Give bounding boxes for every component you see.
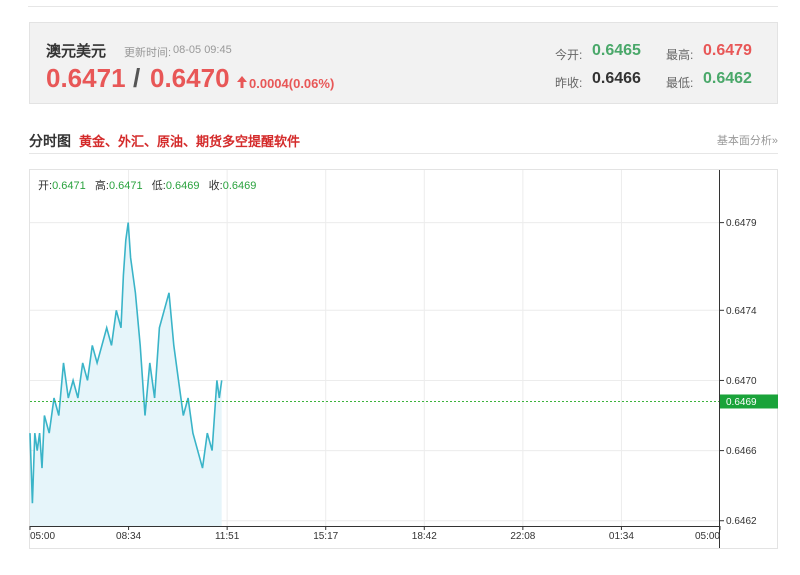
y-tick-label: 0.6470 [726, 376, 757, 387]
current-price-tag-label: 0.6469 [726, 397, 757, 408]
x-axis-ticks: 05:00 08:34 11:51 15:17 18:42 22:08 01:34 05:00 [29, 526, 721, 542]
ohlc-low-value: 0.6469 [165, 180, 200, 192]
ohlc-close-label: 收: [208, 180, 223, 192]
x-tick-label: 22:08 [510, 531, 535, 542]
ohlc-high-label: 高: [94, 180, 109, 192]
x-tick-label: 18:42 [412, 531, 437, 542]
ohlc-high-value: 0.6471 [108, 180, 143, 192]
ohlc-readout: 开:0.6471 高:0.6471 低:0.6469 收:0.6469 [38, 177, 256, 193]
ohlc-open-value: 0.6471 [52, 180, 86, 192]
x-tick-label: 08:34 [116, 531, 141, 542]
x-tick-label: 15:17 [313, 531, 338, 542]
ohlc-close-value: 0.6469 [222, 180, 257, 192]
y-tick-label: 0.6474 [726, 306, 757, 317]
x-tick-label: 05:00 [695, 531, 720, 542]
y-axis-ticks: 0.6479 0.6474 0.6470 0.6466 0.6462 [720, 218, 757, 527]
ohlc-low-label: 低: [151, 180, 166, 192]
current-price-tag: 0.6469 [720, 394, 778, 409]
intraday-chart: 0.6479 0.6474 0.6470 0.6466 0.6462 05:00 08:3… [29, 169, 778, 549]
ohlc-open-label: 开: [38, 180, 53, 192]
x-tick-label: 01:34 [609, 531, 634, 542]
price-area [30, 222, 222, 526]
y-tick-label: 0.6466 [726, 446, 757, 457]
x-tick-label: 05:00 [30, 531, 55, 542]
y-tick-label: 0.6479 [726, 218, 757, 229]
y-tick-label: 0.6462 [726, 516, 757, 527]
x-tick-label: 11:51 [215, 531, 240, 542]
